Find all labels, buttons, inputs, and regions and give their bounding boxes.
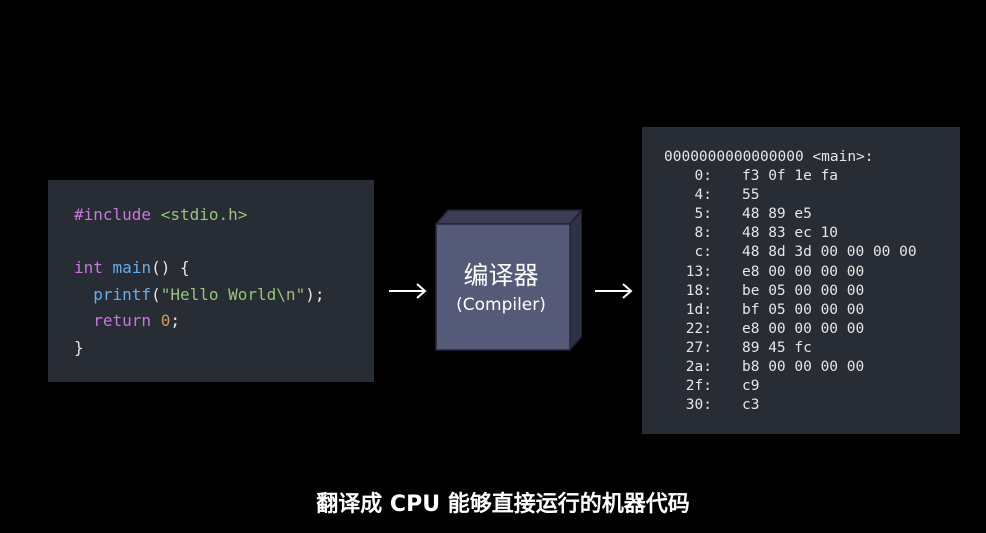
machine-code-row: 4: 55 <box>664 186 917 205</box>
machine-code-row: 27: 89 45 fc <box>664 339 917 358</box>
instruction-bytes: 55 <box>742 187 760 204</box>
arrow-right-icon <box>389 283 427 299</box>
machine-code-row: 1d: bf 05 00 00 00 <box>664 301 917 320</box>
return-value: 0 <box>160 311 171 330</box>
instruction-bytes: 48 83 ec 10 <box>742 225 839 242</box>
code-line-3: int main() { <box>74 255 324 282</box>
machine-code: 0000000000000000 <main>: 0: f3 0f 1e fa 4: 5… <box>664 148 917 415</box>
code-line-1: #include <stdio.h> <box>74 202 324 229</box>
machine-code-row: 5: 48 89 e5 <box>664 205 917 224</box>
main-signature-rest: () { <box>151 258 190 277</box>
instruction-bytes: 48 89 e5 <box>742 206 812 223</box>
machine-code-row: 18: be 05 00 00 00 <box>664 282 917 301</box>
code-line-4: printf("Hello World\n"); <box>74 282 324 309</box>
instruction-address: 1d: <box>685 301 712 318</box>
machine-code-row: 22: e8 00 00 00 00 <box>664 320 917 339</box>
machine-code-row: c: 48 8d 3d 00 00 00 00 <box>664 243 917 262</box>
machine-code-header: 0000000000000000 <main>: <box>664 149 874 165</box>
instruction-address: 2a: <box>685 359 712 376</box>
return-type: int <box>74 258 103 277</box>
compiler-label: 编译器 (Compiler) <box>436 224 566 351</box>
instruction-address: 8: <box>694 225 712 242</box>
compiler-subtitle: (Compiler) <box>456 294 546 315</box>
machine-code-row: 0: f3 0f 1e fa <box>664 167 917 186</box>
main-function-name: main <box>112 258 152 277</box>
include-header: <stdio.h> <box>160 205 248 224</box>
instruction-bytes: f3 0f 1e fa <box>742 168 839 185</box>
instruction-address: 13: <box>685 263 712 280</box>
instruction-address: 18: <box>685 282 712 299</box>
instruction-bytes: c3 <box>742 397 760 414</box>
printf-close: ); <box>305 284 325 304</box>
return-keyword: return <box>93 311 152 330</box>
closing-brace: } <box>74 337 84 357</box>
instruction-address: 2f: <box>685 378 712 395</box>
machine-code-row: 30: c3 <box>664 396 917 415</box>
instruction-bytes: be 05 00 00 00 <box>742 282 865 299</box>
machine-code-row: 13: e8 00 00 00 00 <box>664 263 917 282</box>
printf-open-paren: ( <box>151 284 161 304</box>
compiler-title: 编译器 <box>463 260 539 290</box>
instruction-address: 0: <box>694 168 712 185</box>
instruction-address: 4: <box>694 187 712 204</box>
instruction-bytes: c9 <box>742 378 760 395</box>
instruction-bytes: b8 00 00 00 00 <box>742 359 865 376</box>
instruction-address: 30: <box>685 397 712 414</box>
machine-code-row: 8: 48 83 ec 10 <box>664 224 917 243</box>
subtitle-caption: 翻译成 CPU 能够直接运行的机器代码 <box>316 492 690 517</box>
source-code-panel: #include <stdio.h> int main() { printf("H… <box>48 180 374 382</box>
instruction-bytes: 48 8d 3d 00 00 00 00 <box>742 244 917 261</box>
printf-call: printf <box>93 284 152 304</box>
arrow-right-icon <box>595 283 633 299</box>
machine-code-row: 2a: b8 00 00 00 00 <box>664 358 917 377</box>
machine-code-panel: 0000000000000000 <main>: 0: f3 0f 1e fa 4: 5… <box>642 127 960 434</box>
instruction-address: 22: <box>685 320 712 337</box>
machine-code-row: 2f: c9 <box>664 377 917 396</box>
instruction-bytes: e8 00 00 00 00 <box>742 320 865 337</box>
instruction-bytes: 89 45 fc <box>742 339 812 356</box>
return-semicolon: ; <box>170 311 180 330</box>
hello-world-string: "Hello World\n" <box>160 284 306 304</box>
source-code: #include <stdio.h> int main() { printf("H… <box>74 202 324 361</box>
instruction-address: 5: <box>694 206 712 223</box>
instruction-address: 27: <box>685 339 712 356</box>
code-line-6: } <box>74 335 324 362</box>
instruction-bytes: e8 00 00 00 00 <box>742 263 865 280</box>
instruction-address: c: <box>694 244 712 261</box>
code-line-5: return 0; <box>74 308 324 335</box>
instruction-bytes: bf 05 00 00 00 <box>742 301 865 318</box>
include-directive: #include <box>74 205 152 224</box>
